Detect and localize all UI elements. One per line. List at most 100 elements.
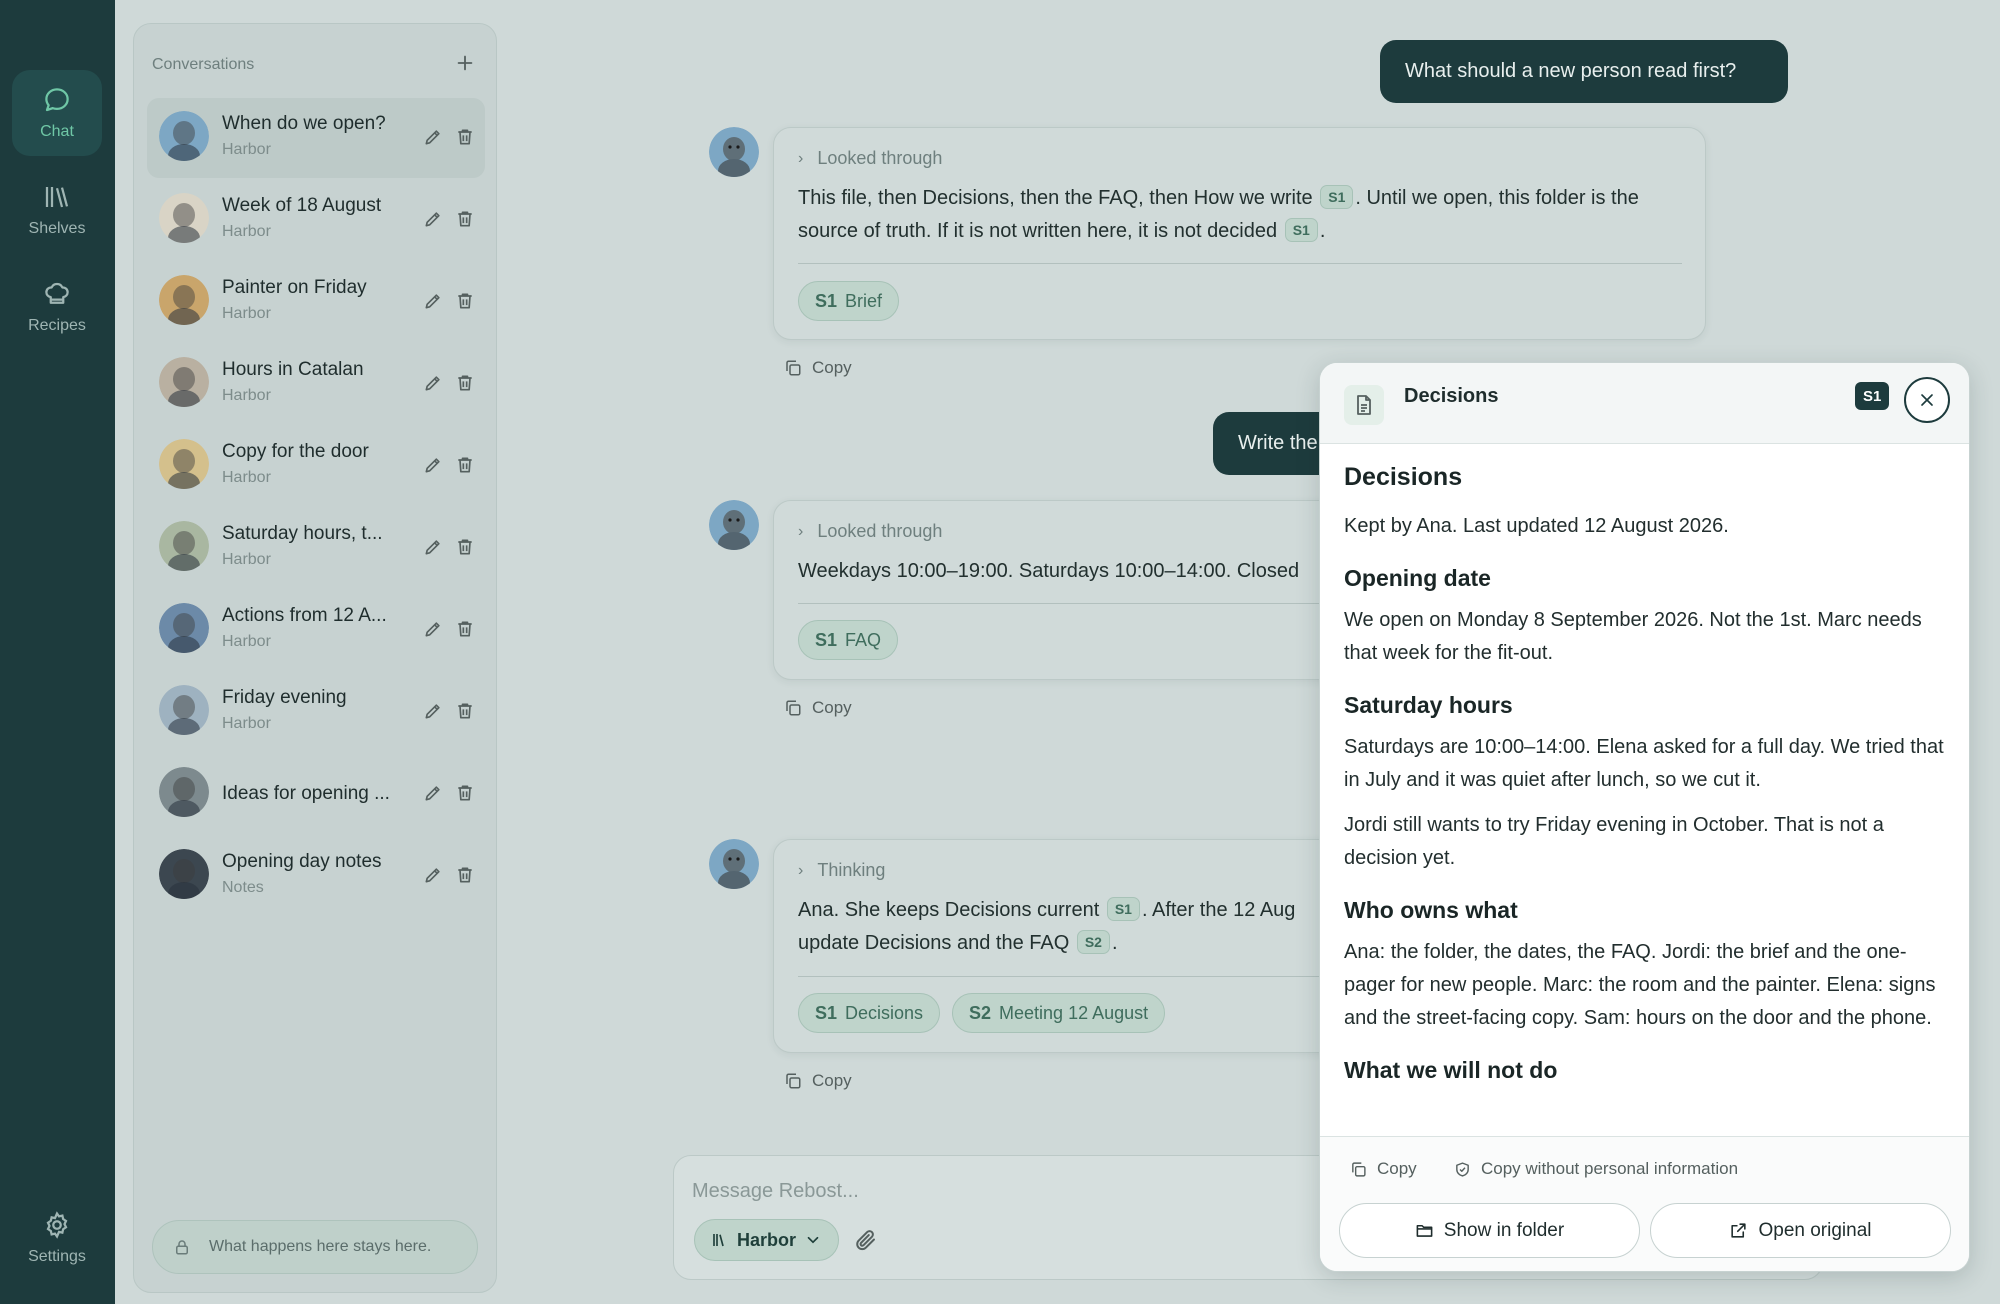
pencil-icon[interactable]: [423, 209, 443, 229]
copy-icon: [1352, 1161, 1366, 1177]
user-message-text: What should a new person read first?: [1405, 60, 1737, 82]
copy-document-button[interactable]: Copy: [1350, 1159, 1417, 1179]
assistant-reply-card: › Looked through This file, then Decisio…: [773, 127, 1706, 340]
trash-icon[interactable]: [455, 537, 475, 557]
message-input[interactable]: [692, 1176, 1292, 1206]
avatar: [159, 357, 209, 407]
conversation-title: When do we open?: [222, 113, 386, 134]
copy-without-personal-info-button[interactable]: Copy without personal information: [1454, 1159, 1738, 1179]
citation-badge[interactable]: S2: [1076, 930, 1110, 954]
rail-item-recipes[interactable]: Recipes: [12, 264, 102, 350]
trash-icon[interactable]: [455, 209, 475, 229]
source-chip-code: S2: [969, 1002, 992, 1023]
conversation-title: Friday evening: [222, 687, 347, 708]
divider: [798, 263, 1682, 264]
copy-button[interactable]: Copy: [784, 698, 852, 718]
trash-icon[interactable]: [455, 865, 475, 885]
pencil-icon[interactable]: [423, 783, 443, 803]
new-conversation-button[interactable]: [452, 52, 478, 78]
conversation-shelf: Harbor: [222, 633, 271, 650]
source-chip-code: S1: [815, 1002, 838, 1023]
copy-button[interactable]: Copy: [784, 1071, 852, 1091]
avatar: [159, 193, 209, 243]
pencil-icon[interactable]: [423, 373, 443, 393]
reasoning-toggle[interactable]: › Looked through: [798, 148, 942, 169]
rail-item-settings[interactable]: Settings: [12, 1195, 102, 1281]
reply-text: Ana. She keeps Decisions current S1. Aft…: [798, 894, 1372, 960]
user-message: What should a new person read first?: [1380, 40, 1788, 103]
pencil-icon[interactable]: [423, 865, 443, 885]
section-paragraph: Jordi still wants to try Friday evening …: [1344, 814, 1884, 869]
open-original-button[interactable]: Open original: [1650, 1203, 1951, 1258]
conversation-title: Ideas for opening ...: [222, 783, 390, 804]
rail-item-label: Chat: [40, 123, 74, 140]
conversation-shelf: Harbor: [222, 387, 271, 404]
pencil-icon[interactable]: [423, 291, 443, 311]
copy-label: Copy: [812, 1071, 852, 1090]
reply-text-segment: . After the 12 Aug: [1141, 899, 1296, 921]
conversation-item[interactable]: Friday evening Harbor: [147, 672, 485, 752]
trash-icon[interactable]: [455, 619, 475, 639]
reasoning-label: Looked through: [817, 148, 943, 168]
source-chip[interactable]: S1 FAQ: [798, 620, 899, 660]
conversation-item[interactable]: Actions from 12 A... Harbor: [147, 590, 485, 670]
avatar: [159, 111, 209, 161]
trash-icon[interactable]: [455, 291, 475, 311]
shelf-selector[interactable]: Harbor: [694, 1219, 840, 1261]
rail-item-chat[interactable]: Chat: [12, 70, 102, 156]
source-chip[interactable]: S2 Meeting 12 August: [952, 993, 1166, 1033]
pencil-icon[interactable]: [423, 537, 443, 557]
citation-badge[interactable]: S1: [1320, 185, 1354, 209]
pencil-icon[interactable]: [423, 701, 443, 721]
paperclip-icon[interactable]: [854, 1228, 878, 1252]
privacy-note-text: What happens here stays here.: [209, 1238, 432, 1255]
trash-icon[interactable]: [455, 701, 475, 721]
chevron-right-icon: ›: [798, 522, 804, 540]
section-heading: Saturday hours: [1344, 692, 1513, 718]
conversation-item[interactable]: When do we open? Harbor: [147, 98, 485, 178]
chat-bubble-icon: [45, 88, 69, 112]
reasoning-toggle[interactable]: › Thinking: [798, 860, 885, 881]
document-meta: Kept by Ana. Last updated 12 August 2026…: [1344, 515, 1729, 537]
panel-title: Decisions: [1404, 385, 1499, 407]
copy-button[interactable]: Copy: [784, 358, 852, 378]
copy-icon: [786, 700, 801, 716]
pencil-icon[interactable]: [423, 455, 443, 475]
conversation-item[interactable]: Painter on Friday Harbor: [147, 262, 485, 342]
conversation-item[interactable]: Week of 18 August Harbor: [147, 180, 485, 260]
citation-badge[interactable]: S1: [1284, 218, 1318, 242]
reasoning-toggle[interactable]: › Looked through: [798, 521, 942, 542]
assistant-avatar: [709, 839, 759, 889]
citation-badge[interactable]: S1: [1106, 897, 1140, 921]
trash-icon[interactable]: [455, 783, 475, 803]
pencil-icon[interactable]: [423, 127, 443, 147]
conversation-item[interactable]: Opening day notes Notes: [147, 836, 485, 916]
trash-icon[interactable]: [455, 127, 475, 147]
document-sections: Opening date We open on Monday 8 Septembe…: [1344, 565, 1944, 1084]
assistant-avatar: [709, 500, 759, 550]
conversation-title: Actions from 12 A...: [222, 605, 387, 626]
conversation-item[interactable]: Ideas for opening ...: [147, 754, 485, 834]
close-panel-button[interactable]: [1904, 377, 1950, 423]
source-chip-label: Decisions: [845, 1002, 924, 1023]
reply-text-segment: .: [1111, 932, 1118, 954]
trash-icon[interactable]: [455, 455, 475, 475]
conversation-title: Saturday hours, t...: [222, 523, 383, 544]
conversation-item[interactable]: Hours in Catalan Harbor: [147, 344, 485, 424]
show-in-folder-button[interactable]: Show in folder: [1339, 1203, 1640, 1258]
conversation-title: Copy for the door: [222, 441, 369, 462]
rail-item-shelves[interactable]: Shelves: [12, 167, 102, 253]
pencil-icon[interactable]: [423, 619, 443, 639]
avatar: [159, 521, 209, 571]
conversation-title: Painter on Friday: [222, 277, 367, 298]
source-chip[interactable]: S1 Brief: [798, 281, 900, 321]
divider: [798, 603, 1358, 604]
source-chip[interactable]: S1 Decisions: [798, 993, 941, 1033]
trash-icon[interactable]: [455, 373, 475, 393]
conversation-item[interactable]: Saturday hours, t... Harbor: [147, 508, 485, 588]
conversation-title: Hours in Catalan: [222, 359, 364, 380]
conversations-sidebar: Conversations When do we open? Harbor Week…: [133, 23, 497, 1293]
conversation-item[interactable]: Copy for the door Harbor: [147, 426, 485, 506]
panel-footer: Copy Copy without personal information S…: [1320, 1136, 1969, 1271]
section-heading: What we will not do: [1344, 1057, 1558, 1083]
